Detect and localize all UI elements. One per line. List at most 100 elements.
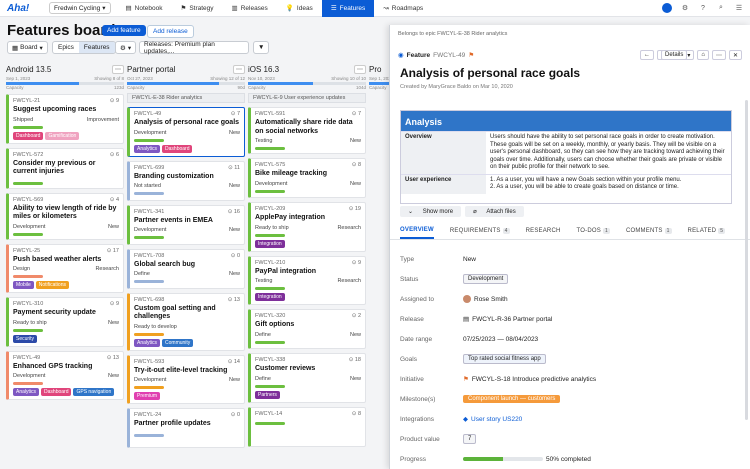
field-value[interactable]: Component launch — customers bbox=[463, 395, 740, 403]
flag-icon[interactable]: ⚑ bbox=[468, 51, 474, 59]
feature-card[interactable]: FWCYL-698 ⊙ 13 Custom goal setting and cha… bbox=[127, 292, 245, 351]
tag-badge[interactable]: Dashboard bbox=[13, 131, 44, 140]
tab-overview[interactable]: OVERVIEW bbox=[400, 223, 434, 239]
feature-card[interactable]: FWCYL-25 ⊙ 17 Push based weather alerts Des… bbox=[6, 243, 124, 293]
show-more-button[interactable]: ⌄ Show more bbox=[400, 206, 462, 217]
nav-releases[interactable]: ▥ Releases bbox=[223, 0, 277, 17]
chevron-down-icon: ▾ bbox=[127, 44, 132, 52]
feature-card[interactable]: FWCYL-338 ⊙ 18 Customer reviews Define New Pa… bbox=[248, 353, 366, 403]
help-icon[interactable]: ? bbox=[698, 3, 708, 13]
board-view-dropdown[interactable]: ▦ Board ▾ bbox=[7, 41, 48, 54]
column-more-button[interactable]: ⋯ bbox=[112, 64, 124, 74]
details-button[interactable]: Details ▾ bbox=[656, 50, 695, 60]
tab-research[interactable]: RESEARCH bbox=[526, 223, 561, 239]
field-value[interactable]: ▤ FWCYL-R-36 Partner portal bbox=[463, 315, 740, 324]
feature-card[interactable]: FWCYL-569 ⊙ 4 Ability to view length of ri… bbox=[6, 192, 124, 240]
add-feature-button[interactable]: Add feature bbox=[102, 25, 146, 36]
tag-badge[interactable]: Integration bbox=[255, 239, 285, 248]
nav-notebook[interactable]: ▤ Notebook bbox=[117, 0, 172, 17]
filter-button[interactable]: ▼ bbox=[253, 41, 270, 54]
column-more-button[interactable]: ⋯ bbox=[233, 64, 245, 74]
feature-card[interactable]: FWCYL-209 ⊙ 19 ApplePay integration Ready t… bbox=[248, 202, 366, 252]
features-toggle[interactable]: Features bbox=[78, 42, 115, 53]
home-icon[interactable]: ⌂ bbox=[697, 50, 709, 60]
field-value[interactable]: Rose Smith bbox=[463, 295, 740, 303]
tag-badge[interactable]: Analytics bbox=[134, 144, 161, 153]
field-value[interactable]: 7 bbox=[463, 434, 740, 444]
add-release-button[interactable]: Add release bbox=[147, 25, 194, 38]
tab-to-dos[interactable]: TO-DOS 1 bbox=[577, 223, 610, 239]
tag-badge[interactable]: Gamification bbox=[45, 131, 80, 140]
search-icon[interactable]: ⌕ bbox=[716, 3, 726, 13]
breadcrumb[interactable]: Belongs to epic FWCYL-E-38 Rider analyti… bbox=[398, 31, 507, 37]
nav-ideas[interactable]: 💡 Ideas bbox=[277, 0, 322, 17]
nav-roadmaps[interactable]: ↝ Roadmaps bbox=[374, 0, 432, 17]
workspace-selector[interactable]: Fredwin Cycling ▾ bbox=[49, 2, 111, 14]
epic-group-header[interactable]: FWCYL-E-38 Rider analytics bbox=[127, 93, 245, 103]
feature-card[interactable]: FWCYL-699 ⊙ 11 Branding customization Not s… bbox=[127, 160, 245, 201]
release-name[interactable]: Android 13.5 bbox=[6, 65, 51, 74]
feature-card[interactable]: FWCYL-572 ⊙ 6 Consider my previous or curr… bbox=[6, 147, 124, 189]
aha-logo[interactable]: Aha! bbox=[7, 3, 45, 14]
panel-scrollbar[interactable] bbox=[745, 100, 748, 420]
avatar[interactable] bbox=[662, 3, 672, 13]
more-icon[interactable]: ⋯ bbox=[711, 50, 726, 60]
column-more-button[interactable]: ⋯ bbox=[354, 64, 366, 74]
feature-card[interactable]: FWCYL-593 ⊙ 14 Try-it-out elite-level trac… bbox=[127, 354, 245, 404]
feature-card[interactable]: FWCYL-708 ⊙ 0 Global search bug Define New bbox=[127, 248, 245, 289]
tag-badge[interactable]: Partners bbox=[255, 390, 280, 399]
field-value[interactable]: ◆ User story US220 bbox=[463, 415, 740, 424]
epics-toggle[interactable]: Epics bbox=[53, 42, 79, 53]
tag-badge[interactable]: Dashboard bbox=[162, 144, 193, 153]
description-table[interactable]: Analysis Overview Users should have the a… bbox=[400, 110, 732, 204]
field-value[interactable]: 07/25/2023 — 08/04/2023 bbox=[463, 336, 740, 343]
settings-dropdown[interactable]: ⚙ ▾ bbox=[115, 41, 137, 54]
back-arrow-icon[interactable]: ← bbox=[639, 50, 654, 60]
tab-related[interactable]: RELATED 5 bbox=[688, 223, 726, 239]
feature-title[interactable]: Analysis of personal race goals bbox=[400, 66, 580, 80]
close-icon[interactable]: ✕ bbox=[728, 50, 742, 60]
tag-badge[interactable]: Analytics bbox=[13, 388, 40, 396]
tab-comments[interactable]: COMMENTS 1 bbox=[626, 223, 672, 239]
field-value[interactable]: Top rated social fitness app bbox=[463, 354, 740, 364]
tag-badge[interactable]: Integration bbox=[255, 293, 285, 301]
field-value[interactable]: ⚑ FWCYL-S-18 Introduce predictive analyti… bbox=[463, 375, 740, 384]
feature-card[interactable]: FWCYL-591 ⊙ 7 Automatically share ride dat… bbox=[248, 107, 366, 154]
feature-card[interactable]: FWCYL-575 ⊙ 8 Bike mileage tracking Develop… bbox=[248, 158, 366, 198]
nav-features[interactable]: ☰ Features bbox=[321, 0, 375, 17]
feature-card[interactable]: FWCYL-320 ⊙ 2 Gift options Define New bbox=[248, 309, 366, 349]
release-name[interactable]: Partner portal bbox=[127, 65, 175, 74]
menu-icon[interactable]: ☰ bbox=[734, 3, 744, 13]
nav-strategy[interactable]: ⚑ Strategy bbox=[172, 0, 223, 17]
tag-badge[interactable]: Analytics bbox=[134, 338, 161, 347]
tag-badge[interactable]: Notifications bbox=[35, 281, 69, 289]
feature-id[interactable]: FWCYL-49 bbox=[433, 52, 465, 59]
card-status: Testing New bbox=[255, 138, 361, 144]
gear-icon[interactable]: ⚙ bbox=[680, 3, 690, 13]
feature-card[interactable]: FWCYL-49 ⊙ 7 Analysis of personal race goa… bbox=[127, 107, 245, 157]
tag-badge[interactable]: Security bbox=[13, 334, 38, 343]
release-name[interactable]: Pro bbox=[369, 65, 381, 74]
feature-card[interactable]: FWCYL-21 ⊙ 9 Suggest upcoming races Shipped… bbox=[6, 94, 124, 144]
feature-card[interactable]: FWCYL-49 ⊙ 13 Enhanced GPS tracking Develop… bbox=[6, 350, 124, 400]
feature-card[interactable]: FWCYL-24 ⊙ 0 Partner profile updates bbox=[127, 408, 245, 448]
tab-requirements[interactable]: REQUIREMENTS 4 bbox=[450, 223, 510, 239]
field-value[interactable]: 50% completed bbox=[463, 456, 740, 463]
field-value[interactable]: New bbox=[463, 256, 740, 263]
tag-badge[interactable]: Dashboard bbox=[41, 388, 72, 396]
epic-group-header[interactable]: FWCYL-E-9 User experience updates bbox=[248, 93, 366, 103]
field-value[interactable]: Development bbox=[463, 274, 740, 284]
attach-files-button[interactable]: ⌀ Attach files bbox=[465, 206, 524, 217]
card-id-row: FWCYL-699 ⊙ 11 bbox=[134, 165, 240, 171]
tag-badge[interactable]: Community bbox=[162, 338, 194, 347]
release-name[interactable]: iOS 16.3 bbox=[248, 65, 279, 74]
releases-filter[interactable]: Releases: Premium plan updates,... bbox=[139, 41, 249, 55]
feature-card[interactable]: FWCYL-310 ⊙ 9 Payment security update Ready… bbox=[6, 297, 124, 347]
feature-card[interactable]: FWCYL-210 ⊙ 9 PayPal integration Testing Res… bbox=[248, 255, 366, 305]
feature-card[interactable]: FWCYL-14 ⊙ 8 bbox=[248, 406, 366, 447]
tag-badge[interactable]: Premium bbox=[134, 392, 161, 400]
capacity-label: Capacity 90d bbox=[127, 85, 245, 90]
tag-badge[interactable]: Mobile bbox=[13, 281, 34, 289]
tag-badge[interactable]: GPS navigation bbox=[73, 388, 115, 396]
feature-card[interactable]: FWCYL-341 ⊙ 16 Partner events in EMEA Devel… bbox=[127, 204, 245, 245]
